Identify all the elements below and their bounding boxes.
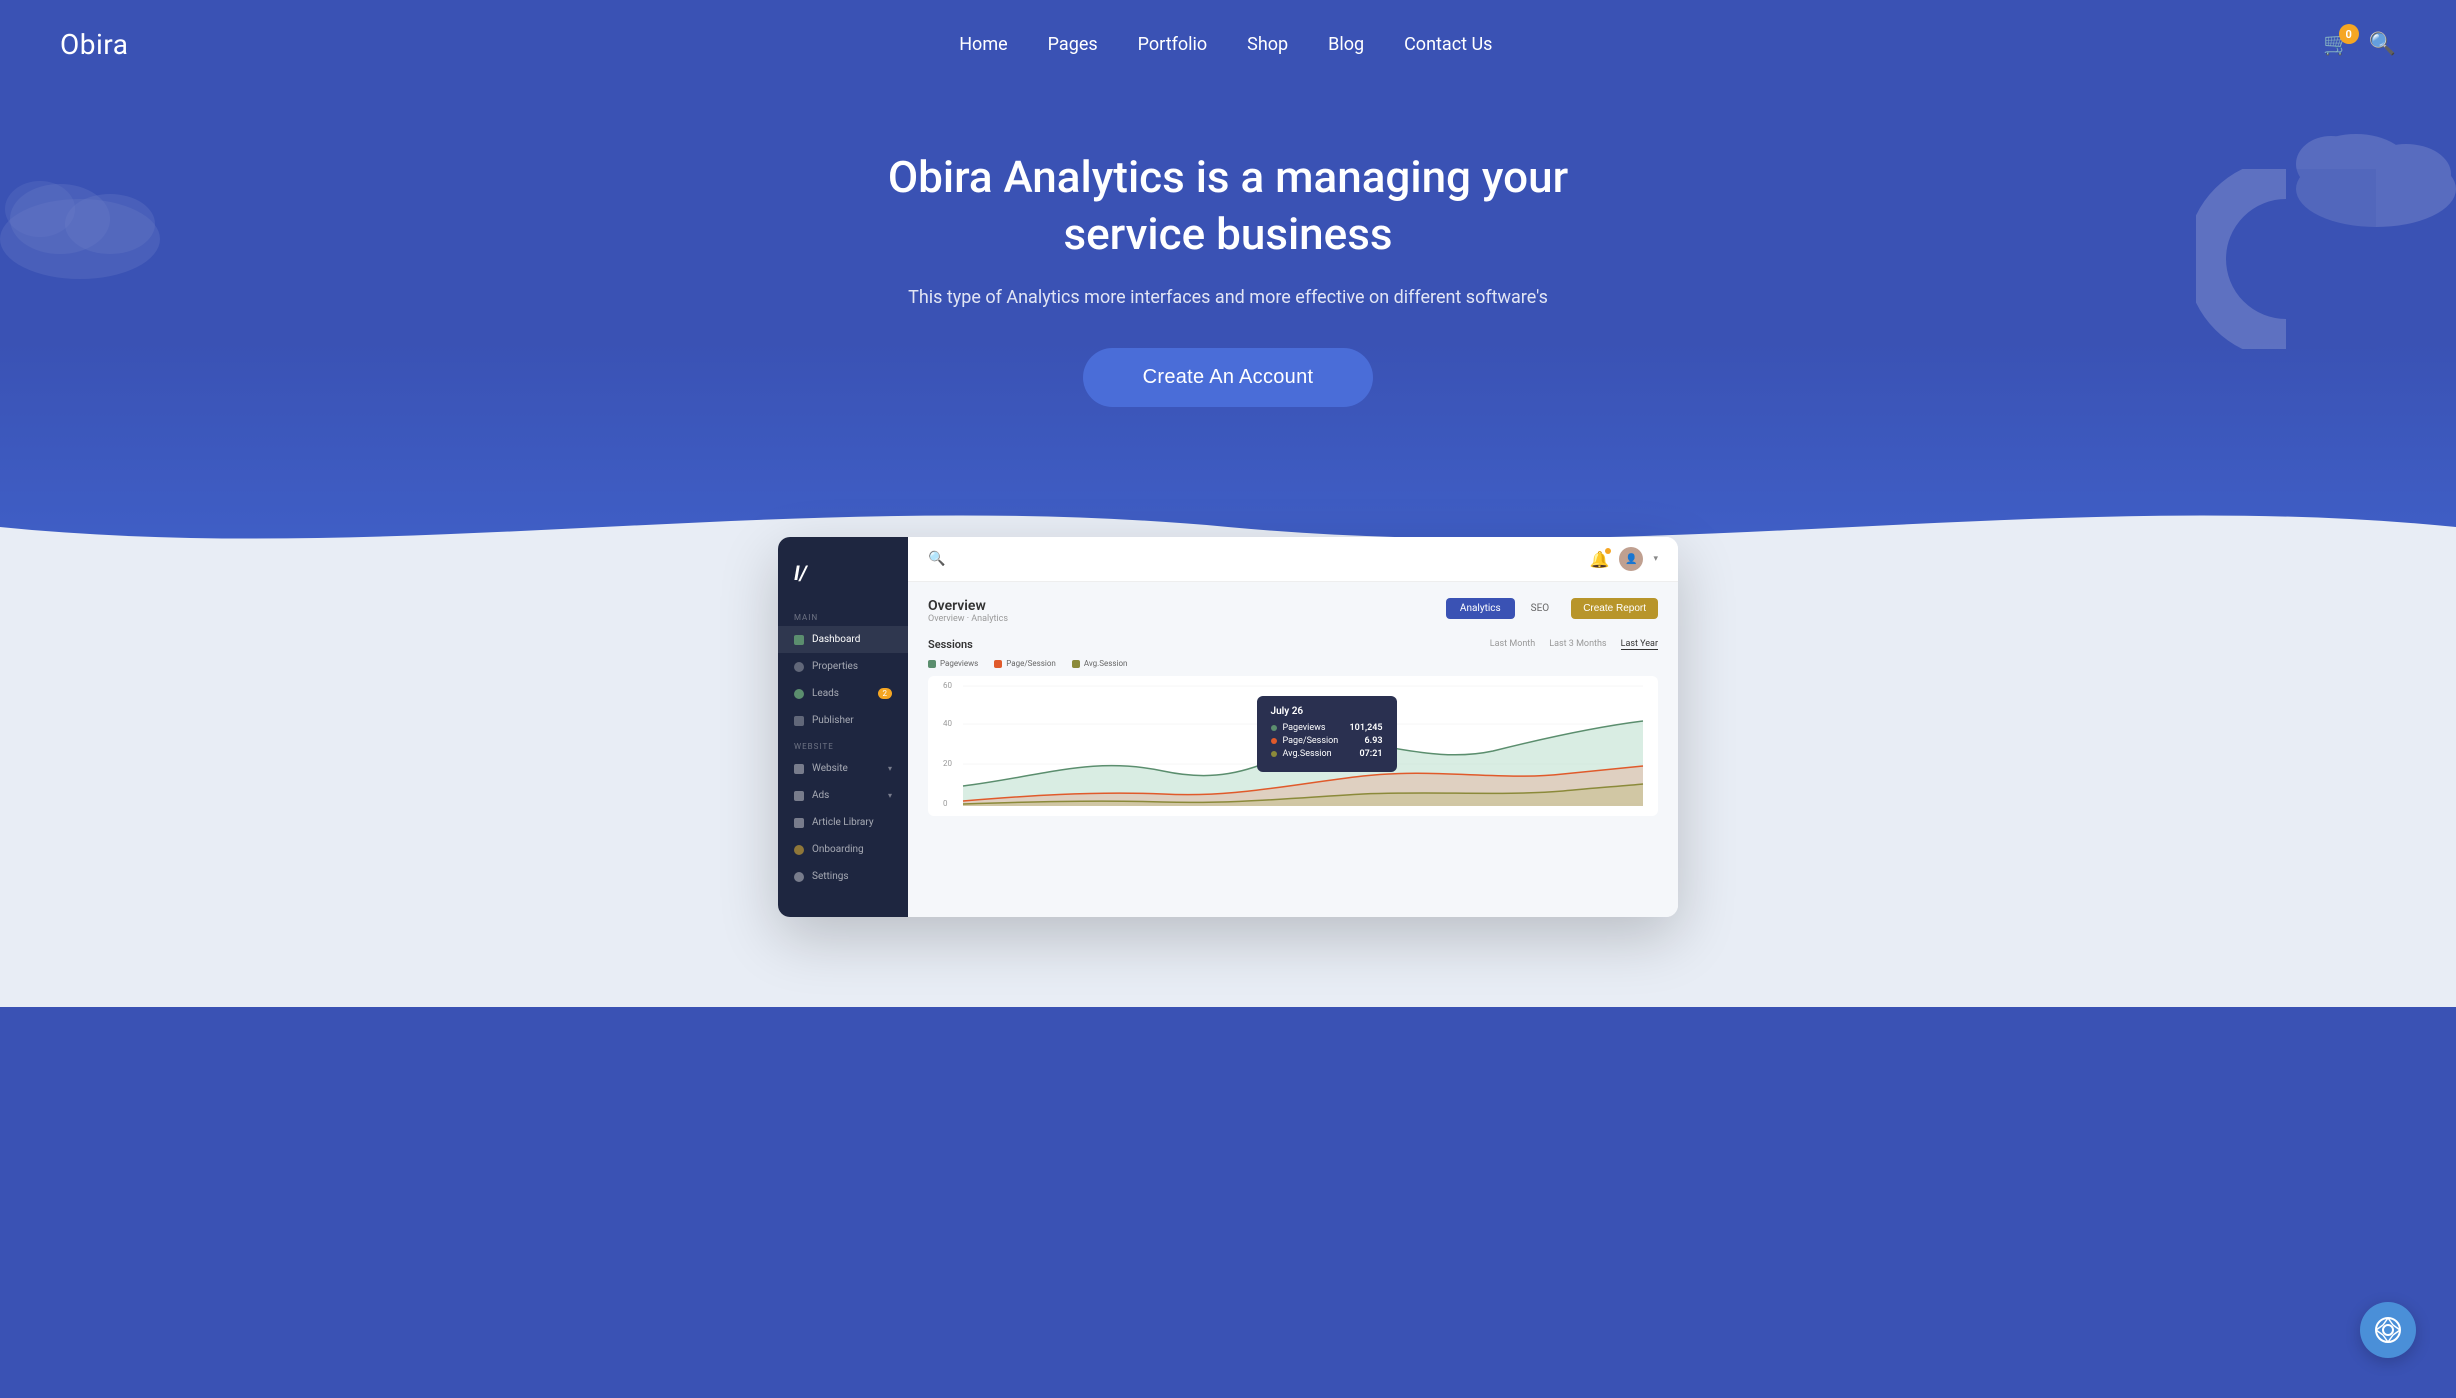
sidebar-item-settings[interactable]: Settings	[778, 863, 908, 890]
chart-legend: Pageviews Page/Session Avg.Session	[928, 659, 1658, 668]
sessions-chart: 60 40 20 0	[928, 676, 1658, 816]
search-icon[interactable]: 🔍	[2369, 32, 2396, 57]
tab-analytics[interactable]: Analytics	[1446, 598, 1515, 619]
legend-page-session: Page/Session	[994, 659, 1056, 668]
dashboard-section: I/ MAIN Dashboard Properties Leads 2	[0, 567, 2456, 1007]
cloud-left-decoration	[0, 149, 200, 279]
tooltip-avg-session: Avg.Session 07:21	[1271, 749, 1383, 759]
content-header: Overview Overview · Analytics Analytics …	[928, 598, 1658, 624]
tooltip-date: July 26	[1271, 706, 1383, 717]
dashboard-topbar: 🔍 🔔 👤 ▾	[908, 537, 1678, 582]
nav-contact[interactable]: Contact Us	[1404, 34, 1492, 55]
site-logo: Obira	[60, 28, 128, 61]
sidebar-item-onboarding[interactable]: Onboarding	[778, 836, 908, 863]
content-tabs: Analytics SEO	[1446, 598, 1563, 619]
sidebar-item-leads[interactable]: Leads 2	[778, 680, 908, 707]
chart-tooltip: July 26 Pageviews 101,245 Page/Session 6…	[1257, 696, 1397, 772]
filter-last-year[interactable]: Last Year	[1621, 639, 1658, 650]
sidebar-item-website[interactable]: Website ▾	[778, 755, 908, 782]
leads-badge: 2	[878, 688, 893, 699]
nav-home[interactable]: Home	[959, 34, 1007, 55]
filter-last-month[interactable]: Last Month	[1490, 639, 1535, 650]
support-icon	[2374, 1316, 2402, 1344]
create-report-button[interactable]: Create Report	[1571, 598, 1658, 619]
dashboard-sidebar: I/ MAIN Dashboard Properties Leads 2	[778, 537, 908, 917]
bell-badge	[1605, 548, 1611, 554]
main-nav: Home Pages Portfolio Shop Blog Contact U…	[959, 34, 1492, 55]
user-avatar[interactable]: 👤	[1619, 547, 1643, 571]
topbar-actions: 🔔 👤 ▾	[1590, 547, 1658, 571]
sidebar-website-label: WEBSITE	[778, 734, 908, 755]
tab-seo[interactable]: SEO	[1517, 598, 1564, 619]
sessions-title: Sessions	[928, 638, 973, 651]
sessions-header: Sessions Last Month Last 3 Months Last Y…	[928, 638, 1658, 651]
topbar-search-icon[interactable]: 🔍	[928, 551, 945, 567]
nav-shop[interactable]: Shop	[1247, 34, 1288, 55]
hero-section: Obira Analytics is a managing your servi…	[0, 89, 2456, 487]
create-account-button[interactable]: Create An Account	[1083, 348, 1374, 407]
sidebar-item-ads[interactable]: Ads ▾	[778, 782, 908, 809]
sidebar-item-dashboard[interactable]: Dashboard	[778, 626, 908, 653]
sidebar-item-article-library[interactable]: Article Library	[778, 809, 908, 836]
sidebar-item-properties[interactable]: Properties	[778, 653, 908, 680]
notification-bell[interactable]: 🔔	[1590, 550, 1610, 569]
sidebar-main-label: MAIN	[778, 605, 908, 626]
dashboard-logo: I/	[778, 553, 908, 605]
nav-pages[interactable]: Pages	[1048, 34, 1098, 55]
svg-text:60: 60	[943, 681, 952, 690]
dashboard-content: Overview Overview · Analytics Analytics …	[908, 582, 1678, 917]
svg-text:0: 0	[943, 799, 948, 808]
time-filters: Last Month Last 3 Months Last Year	[1490, 639, 1658, 650]
legend-pageviews: Pageviews	[928, 659, 978, 668]
nav-blog[interactable]: Blog	[1328, 34, 1364, 55]
content-subtitle: Overview · Analytics	[928, 614, 1008, 624]
support-bubble[interactable]	[2360, 1302, 2416, 1358]
avatar-arrow[interactable]: ▾	[1653, 554, 1658, 564]
content-title-group: Overview Overview · Analytics	[928, 598, 1008, 624]
nav-actions: 🛒 0 🔍	[2323, 32, 2396, 57]
dashboard-window: I/ MAIN Dashboard Properties Leads 2	[778, 537, 1678, 917]
dashboard-container: I/ MAIN Dashboard Properties Leads 2	[778, 537, 1678, 917]
tooltip-page-session: Page/Session 6.93	[1271, 736, 1383, 746]
svg-text:40: 40	[943, 719, 952, 728]
cart-button[interactable]: 🛒 0	[2323, 32, 2350, 57]
cart-count: 0	[2339, 24, 2359, 44]
filter-last-3-months[interactable]: Last 3 Months	[1549, 639, 1606, 650]
svg-text:20: 20	[943, 759, 952, 768]
hero-title: Obira Analytics is a managing your servi…	[878, 149, 1578, 263]
hero-subtitle: This type of Analytics more interfaces a…	[878, 287, 1578, 308]
c-shape-decoration	[2196, 169, 2376, 349]
sidebar-item-publisher[interactable]: Publisher	[778, 707, 908, 734]
nav-portfolio[interactable]: Portfolio	[1138, 34, 1207, 55]
dashboard-main: 🔍 🔔 👤 ▾	[908, 537, 1678, 917]
legend-avg-session: Avg.Session	[1072, 659, 1128, 668]
tooltip-pageviews: Pageviews 101,245	[1271, 723, 1383, 733]
content-title: Overview	[928, 598, 1008, 614]
